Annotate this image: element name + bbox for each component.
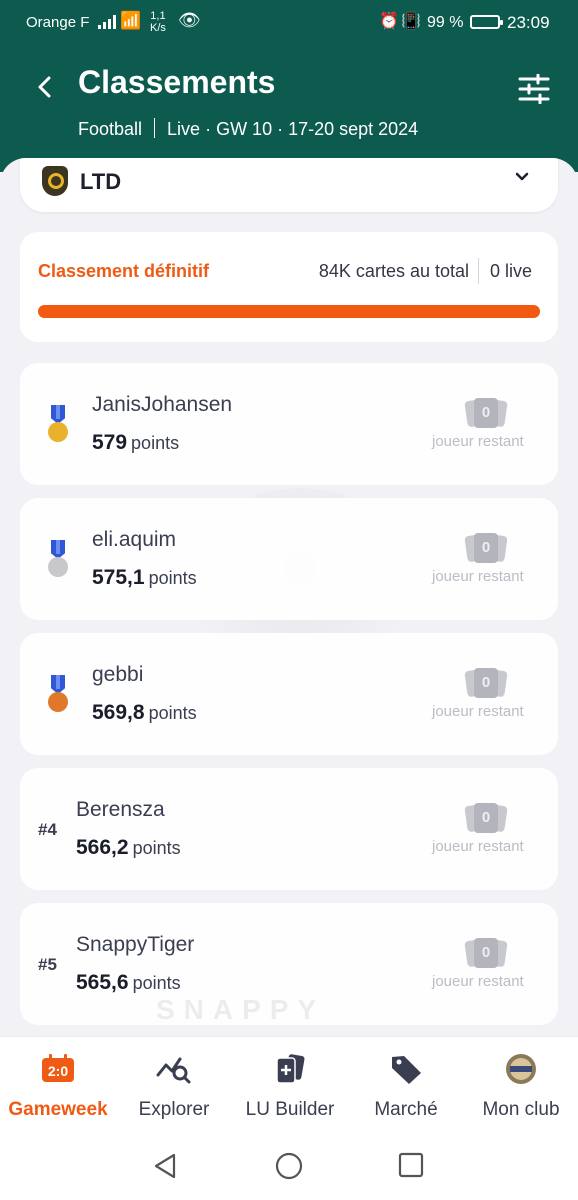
chart-search-icon xyxy=(156,1053,192,1087)
points-label: points xyxy=(132,838,181,858)
remaining-count: 0 xyxy=(474,533,498,563)
back-triangle-icon[interactable] xyxy=(152,1152,178,1185)
remaining-cards-icon: 0 xyxy=(464,533,508,565)
rankings-content[interactable]: LTD Classement définitif 84K cartes au t… xyxy=(0,158,578,1038)
ranking-row[interactable]: JanisJohansen 579 points 0 joueur restant xyxy=(20,363,558,485)
ranking-row[interactable]: #5 SnappyTiger 565,6 points 0 joueur resta… xyxy=(20,903,558,1025)
points-label: points xyxy=(132,973,181,993)
status-bar: Orange F 📶 1,1 K/s 👁 ⏰ 📳 99 % 23:09 xyxy=(0,10,578,38)
points-label: points xyxy=(148,568,197,588)
tab-gameweek[interactable]: 2:0 Gameweek xyxy=(0,1037,116,1133)
remaining-label: joueur restant xyxy=(432,973,524,990)
rank-position: #4 xyxy=(38,820,57,839)
tag-icon xyxy=(389,1053,423,1087)
back-arrow-icon[interactable] xyxy=(34,72,56,104)
remaining-label: joueur restant xyxy=(432,433,524,450)
league-selector[interactable]: LTD xyxy=(20,158,558,212)
tab-label: LU Builder xyxy=(245,1099,335,1120)
remaining-label: joueur restant xyxy=(432,838,524,855)
wifi-icon: 📶 xyxy=(120,11,142,30)
header-subtitle: Football Live · GW 10 · 17-20 sept 2024 xyxy=(78,118,418,140)
silver-medal-icon xyxy=(48,540,68,580)
battery-saver-icon xyxy=(470,15,503,29)
points-value: 565,6 xyxy=(76,971,129,994)
score: 566,2 points xyxy=(76,836,181,860)
points-value: 566,2 xyxy=(76,836,129,859)
gameweek-context[interactable]: Live · GW 10 · 17-20 sept 2024 xyxy=(167,119,418,139)
remaining-count: 0 xyxy=(474,398,498,428)
ranking-stats-card: Classement définitif 84K cartes au total… xyxy=(20,232,558,342)
carrier-label: Orange F xyxy=(26,14,90,31)
tab-label: Marché xyxy=(374,1099,438,1120)
manager-name: SnappyTiger xyxy=(76,933,195,956)
manager-name: eli.aquim xyxy=(92,528,177,551)
points-value: 569,8 xyxy=(92,701,145,724)
remaining-count: 0 xyxy=(474,938,498,968)
points-label: points xyxy=(148,703,197,723)
system-nav-bar xyxy=(0,1132,578,1200)
score: 575,1 points xyxy=(92,566,197,590)
progress-bar xyxy=(38,305,540,318)
remaining-count: 0 xyxy=(474,803,498,833)
score: 565,6 points xyxy=(76,971,181,995)
remaining-cards-icon: 0 xyxy=(464,668,508,700)
eye-icon: 👁 xyxy=(178,10,201,30)
ranking-status: Classement définitif xyxy=(38,261,210,281)
signal-icon xyxy=(98,13,116,29)
manager-name: Berensza xyxy=(76,798,165,821)
cards-plus-icon xyxy=(273,1053,307,1087)
remaining-cards-icon: 0 xyxy=(464,803,508,835)
tab-mon-club[interactable]: Mon club xyxy=(464,1037,578,1133)
score: 569,8 points xyxy=(92,701,197,725)
app-header: Orange F 📶 1,1 K/s 👁 ⏰ 📳 99 % 23:09 Clas… xyxy=(0,0,578,172)
points-value: 575,1 xyxy=(92,566,145,589)
bronze-medal-icon xyxy=(48,675,68,715)
tab-lu-builder[interactable]: LU Builder xyxy=(232,1037,348,1133)
live-count: 0 live xyxy=(490,261,533,281)
svg-text:2:0: 2:0 xyxy=(48,1063,68,1079)
home-circle-icon[interactable] xyxy=(275,1152,303,1185)
page-title: Classements xyxy=(78,64,276,100)
tab-label: Gameweek xyxy=(8,1099,108,1120)
scoreboard-icon: 2:0 xyxy=(41,1053,75,1087)
divider xyxy=(154,118,156,138)
remaining-cards-icon: 0 xyxy=(464,398,508,430)
manager-name: gebbi xyxy=(92,663,144,686)
bottom-tab-bar: 2:0 Gameweek Explorer LU Builder Marché … xyxy=(0,1036,578,1132)
tab-marche[interactable]: Marché xyxy=(348,1037,464,1133)
league-badge-icon xyxy=(42,166,68,196)
alarm-icon: ⏰ xyxy=(379,13,399,30)
filter-sliders-icon[interactable] xyxy=(518,73,550,105)
vibrate-icon: 📳 xyxy=(401,13,421,30)
gold-medal-icon xyxy=(48,405,68,445)
points-value: 579 xyxy=(92,431,128,454)
remaining-label: joueur restant xyxy=(432,568,524,585)
ranking-row[interactable]: #4 Berensza 566,2 points 0 joueur restant xyxy=(20,768,558,890)
manager-name: JanisJohansen xyxy=(92,393,233,416)
divider xyxy=(478,258,479,284)
speed-value: 1,1 xyxy=(150,10,166,22)
rank-position: #5 xyxy=(38,955,57,974)
progress-bar-fill xyxy=(38,305,540,318)
clock: 23:09 xyxy=(507,13,550,32)
remaining-cards-icon: 0 xyxy=(464,938,508,970)
remaining-count: 0 xyxy=(474,668,498,698)
sport-label[interactable]: Football xyxy=(78,119,142,139)
battery-percent: 99 % xyxy=(427,14,464,31)
league-label: LTD xyxy=(80,169,122,194)
remaining-label: joueur restant xyxy=(432,703,524,720)
network-speed: 1,1 K/s xyxy=(150,10,166,34)
points-label: points xyxy=(131,433,180,453)
tab-label: Mon club xyxy=(482,1099,560,1120)
ranking-row[interactable]: eli.aquim 575,1 points 0 joueur restant xyxy=(20,498,558,620)
ranking-row[interactable]: gebbi 569,8 points 0 joueur restant xyxy=(20,633,558,755)
club-avatar-icon xyxy=(505,1053,537,1087)
total-cards: 84K cartes au total xyxy=(318,261,469,281)
speed-unit: K/s xyxy=(150,22,166,34)
tab-label: Explorer xyxy=(138,1099,210,1120)
recents-square-icon[interactable] xyxy=(398,1152,424,1183)
tab-explorer[interactable]: Explorer xyxy=(116,1037,232,1133)
chevron-down-icon xyxy=(514,166,530,189)
score: 579 points xyxy=(92,431,179,455)
